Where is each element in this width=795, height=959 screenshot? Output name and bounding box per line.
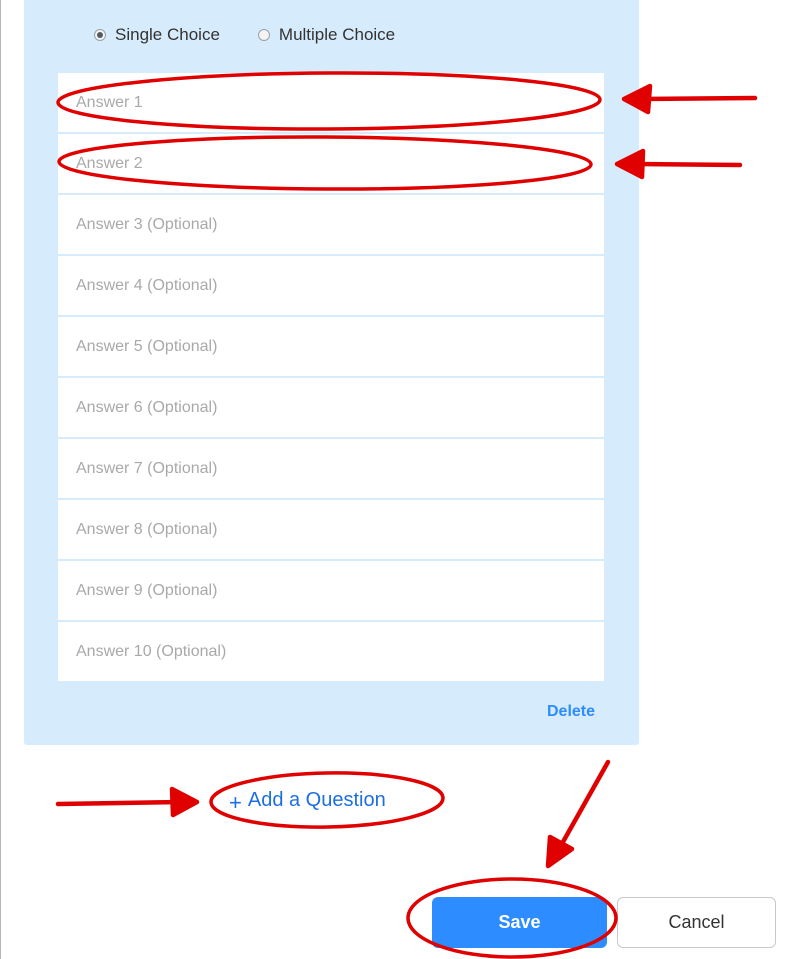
- single-choice-radio[interactable]: Single Choice: [94, 25, 220, 45]
- radio-unselected-icon: [257, 29, 270, 41]
- radio-selected-icon: [94, 29, 106, 41]
- multiple-choice-radio[interactable]: Multiple Choice: [257, 25, 396, 45]
- answer-1-input[interactable]: [58, 73, 604, 132]
- save-arrow: [556, 759, 611, 852]
- answer-1-arrow: [637, 95, 758, 102]
- left-border: [0, 0, 1, 959]
- answer-list: [58, 73, 604, 683]
- save-button[interactable]: Save: [432, 897, 607, 948]
- answer-9-input[interactable]: [58, 561, 604, 620]
- answer-8-input[interactable]: [58, 500, 604, 559]
- add-question-label: Add a Question: [247, 788, 386, 811]
- cancel-button[interactable]: Cancel: [617, 897, 776, 948]
- delete-question-link[interactable]: Delete: [547, 703, 595, 721]
- answer-10-input[interactable]: [58, 622, 604, 681]
- add-question-arrow: [55, 799, 184, 807]
- poll-editor-page: Single Choice Multiple Choice Delete + A…: [0, 0, 795, 959]
- plus-icon: +: [229, 790, 242, 815]
- answer-2-input[interactable]: [58, 134, 604, 193]
- save-arrowhead: [545, 834, 575, 869]
- multiple-choice-label: Multiple Choice: [278, 25, 396, 44]
- choice-type-group: Single Choice Multiple Choice: [94, 22, 395, 48]
- add-question-arrowhead: [169, 786, 200, 818]
- answer-5-input[interactable]: [58, 317, 604, 376]
- answer-6-input[interactable]: [58, 378, 604, 437]
- answer-2-arrow: [630, 161, 743, 168]
- answer-7-input[interactable]: [58, 439, 604, 498]
- single-choice-label: Single Choice: [115, 25, 220, 44]
- answer-3-input[interactable]: [58, 195, 604, 254]
- add-question-link[interactable]: + Add a Question: [229, 787, 386, 816]
- answer-4-input[interactable]: [58, 256, 604, 315]
